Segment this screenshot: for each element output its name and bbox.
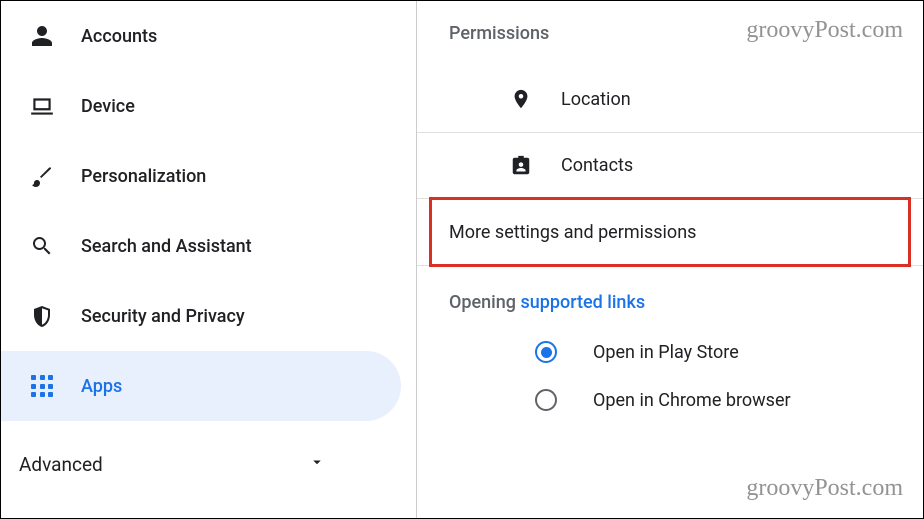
- sidebar-item-label: Accounts: [81, 26, 157, 47]
- contacts-icon: [509, 154, 533, 178]
- sidebar-item-device[interactable]: Device: [1, 71, 401, 141]
- sidebar-item-security-privacy[interactable]: Security and Privacy: [1, 281, 401, 351]
- sidebar-item-label: Device: [81, 96, 135, 117]
- shield-icon: [29, 303, 55, 329]
- search-icon: [29, 233, 55, 259]
- radio-open-chrome-browser[interactable]: Open in Chrome browser: [417, 389, 923, 411]
- permission-label: Location: [561, 89, 631, 110]
- permission-item-contacts[interactable]: Contacts: [417, 132, 923, 198]
- open-links-radio-group: Open in Play Store Open in Chrome browse…: [417, 331, 923, 411]
- sidebar-item-personalization[interactable]: Personalization: [1, 141, 401, 211]
- person-icon: [29, 23, 55, 49]
- watermark: groovyPost.com: [746, 475, 903, 502]
- apps-grid-icon: [29, 373, 55, 399]
- brush-icon: [29, 163, 55, 189]
- advanced-label: Advanced: [19, 453, 103, 476]
- sidebar-item-apps[interactable]: Apps: [1, 351, 401, 421]
- sidebar-item-label: Personalization: [81, 166, 206, 187]
- permission-label: Contacts: [561, 155, 633, 176]
- main-panel: groovyPost.com Permissions Location Cont…: [416, 1, 923, 518]
- sidebar-item-label: Apps: [81, 376, 122, 397]
- laptop-icon: [29, 93, 55, 119]
- sidebar-advanced-toggle[interactable]: Advanced: [1, 429, 416, 499]
- opening-prefix: Opening: [449, 292, 520, 313]
- sidebar-item-label: Search and Assistant: [81, 236, 252, 257]
- radio-label: Open in Chrome browser: [593, 390, 791, 411]
- sidebar-item-label: Security and Privacy: [81, 306, 245, 327]
- more-settings-label: More settings and permissions: [449, 222, 696, 243]
- settings-sidebar: Accounts Device Personalization Search a…: [1, 1, 416, 518]
- sidebar-item-accounts[interactable]: Accounts: [1, 1, 401, 71]
- location-pin-icon: [509, 87, 533, 111]
- radio-button-icon: [535, 389, 557, 411]
- radio-open-play-store[interactable]: Open in Play Store: [417, 341, 923, 363]
- radio-button-icon: [535, 341, 557, 363]
- permissions-header: Permissions: [417, 1, 923, 66]
- permission-item-location[interactable]: Location: [417, 66, 923, 132]
- permissions-list: Location Contacts: [417, 66, 923, 198]
- chevron-down-icon: [308, 453, 326, 476]
- supported-links-link[interactable]: supported links: [520, 292, 645, 313]
- sidebar-item-search-assistant[interactable]: Search and Assistant: [1, 211, 401, 281]
- opening-supported-links-row: Opening supported links: [417, 266, 923, 331]
- radio-label: Open in Play Store: [593, 342, 739, 363]
- more-settings-permissions[interactable]: More settings and permissions: [417, 198, 923, 266]
